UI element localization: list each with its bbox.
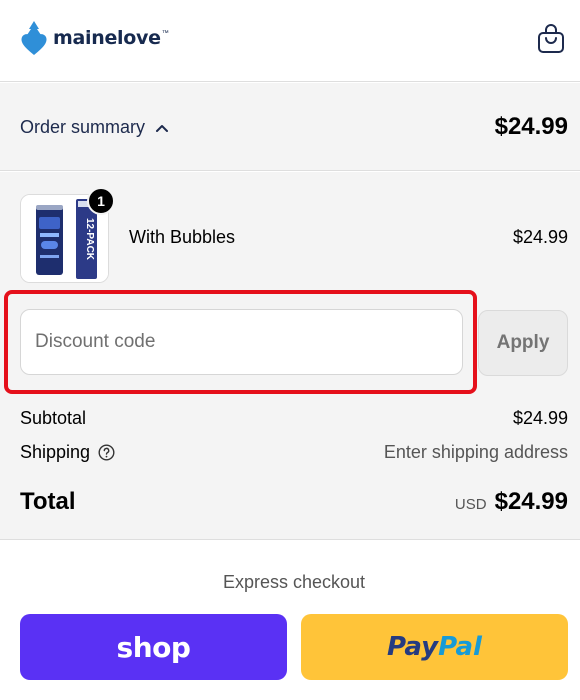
chevron-up-icon <box>156 124 169 132</box>
paypal-logo-pal: Pal <box>438 632 482 662</box>
order-summary-bar: Order summary $24.99 <box>0 83 580 171</box>
shipping-row-label: Shipping <box>20 442 115 463</box>
order-summary-toggle[interactable]: Order summary <box>20 117 169 138</box>
trademark-symbol: ™ <box>161 29 169 37</box>
quantity-badge: 1 <box>87 187 115 215</box>
order-summary-panel: 12-PACK 1 With Bubbles $24.99 Apply Subt… <box>0 172 580 540</box>
express-checkout-title: Express checkout <box>222 572 366 592</box>
logo-wordmark: mainelove <box>53 27 161 49</box>
product-price: $24.99 <box>512 227 568 247</box>
shop-pay-button[interactable]: shop <box>20 614 287 680</box>
heart-tree-logo-icon <box>21 21 47 55</box>
total-label: Total <box>20 488 76 515</box>
paypal-logo-pay: Pay <box>387 632 439 662</box>
checkout-header: mainelove ™ <box>0 0 580 82</box>
shipping-value: Enter shipping address <box>383 442 568 462</box>
subtotal-value: $24.99 <box>512 408 568 428</box>
product-name: With Bubbles <box>129 227 236 247</box>
total-amount: $24.99 <box>494 488 568 515</box>
mainelove-logo[interactable]: mainelove ™ <box>20 18 169 58</box>
paypal-button[interactable]: Pay Pal <box>301 614 568 680</box>
shipping-label: Shipping <box>20 442 91 462</box>
shop-pay-logo: shop <box>116 630 191 664</box>
currency-code: USD <box>454 496 487 513</box>
summary-total-amount: $24.99 <box>494 113 568 140</box>
shopping-bag-icon[interactable] <box>536 22 566 54</box>
discount-code-input[interactable] <box>20 309 463 375</box>
subtotal-label: Subtotal <box>20 408 87 428</box>
apply-discount-button[interactable]: Apply <box>478 310 568 376</box>
question-circle-icon[interactable] <box>98 444 115 461</box>
order-summary-label: Order summary <box>20 117 146 137</box>
total-amount-group: USD $24.99 <box>455 488 568 516</box>
pack-label: 12-PACK <box>84 218 95 261</box>
